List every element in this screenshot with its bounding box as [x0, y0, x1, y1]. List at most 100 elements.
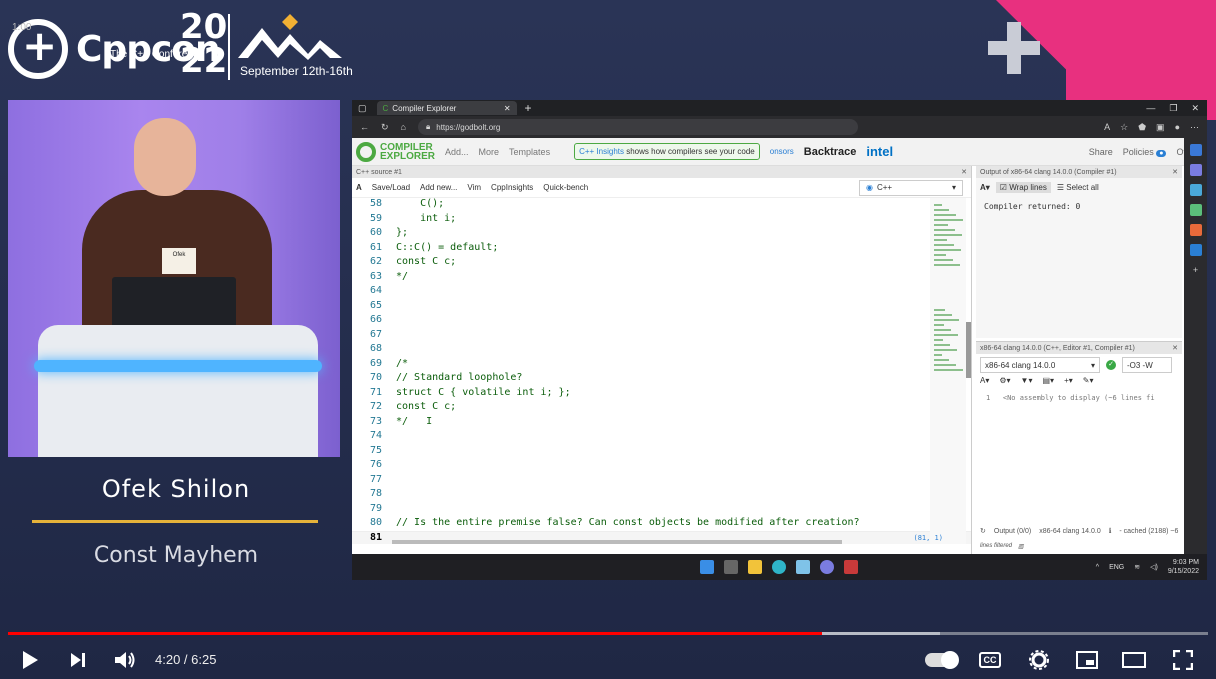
- theater-mode-button[interactable]: [1122, 648, 1146, 672]
- code-line[interactable]: 60};: [352, 227, 971, 242]
- new-tab-icon[interactable]: +: [525, 101, 532, 115]
- cppinsights-button[interactable]: CppInsights: [491, 183, 533, 192]
- sponsor-intel[interactable]: intel: [866, 144, 893, 159]
- add-sidebar-icon[interactable]: +: [1190, 264, 1202, 276]
- wrap-lines-button[interactable]: ☑ Wrap lines: [995, 181, 1051, 193]
- assembly-tab[interactable]: x86-64 clang 14.0.0 (C++, Editor #1, Com…: [976, 342, 1182, 354]
- menu-policies[interactable]: Policies ●: [1123, 147, 1167, 157]
- ce-logo[interactable]: COMPILER EXPLORER: [356, 141, 435, 162]
- recompile-icon[interactable]: ↻: [980, 527, 986, 535]
- windows-start-icon[interactable]: [700, 560, 714, 574]
- extension-icon[interactable]: ⬟: [1138, 122, 1146, 133]
- font-size-button[interactable]: A: [356, 183, 362, 192]
- output-button[interactable]: Output (0/0): [994, 528, 1031, 535]
- compiler-select[interactable]: x86-64 clang 14.0.0 ▾: [980, 357, 1100, 373]
- libraries-icon[interactable]: ▤▾: [1042, 376, 1054, 392]
- edge-icon[interactable]: [772, 560, 786, 574]
- code-line[interactable]: 79: [352, 503, 971, 518]
- close-editor-icon[interactable]: ✕: [961, 168, 971, 176]
- play-button[interactable]: [18, 648, 42, 672]
- miniplayer-button[interactable]: [1075, 648, 1099, 672]
- menu-add[interactable]: Add...: [445, 147, 469, 157]
- code-line[interactable]: 72 const C c;: [352, 401, 971, 416]
- close-window-icon[interactable]: ✕: [1191, 103, 1199, 114]
- horizontal-scrollbar[interactable]: [392, 540, 842, 544]
- info-icon[interactable]: ℹ: [1109, 527, 1112, 535]
- close-tab-icon[interactable]: ✕: [504, 104, 511, 113]
- code-line[interactable]: 76: [352, 459, 971, 474]
- profile-avatar-icon[interactable]: ●: [1175, 122, 1180, 133]
- chat-app-icon[interactable]: [820, 560, 834, 574]
- progress-bar[interactable]: [8, 632, 1208, 635]
- home-icon[interactable]: ⌂: [401, 122, 406, 132]
- menu-more[interactable]: More: [479, 147, 500, 157]
- code-editor[interactable]: 58 C(); 59 int i; 60}; 61 C::C() = default; 6…: [352, 198, 971, 544]
- settings-icon[interactable]: ⚙▾: [999, 376, 1010, 392]
- sparkle-icon[interactable]: [1189, 164, 1202, 176]
- chart-icon[interactable]: ▥: [1018, 543, 1024, 550]
- tray-chevron-icon[interactable]: ^: [1096, 564, 1099, 571]
- outlook-icon[interactable]: [1189, 244, 1202, 256]
- wifi-icon[interactable]: ≋: [1134, 563, 1140, 571]
- output-font-button[interactable]: A▾: [980, 183, 990, 192]
- back-icon[interactable]: ←: [360, 122, 369, 132]
- shopping-icon[interactable]: [1189, 184, 1202, 196]
- code-line[interactable]: 65: [352, 300, 971, 315]
- volume-icon[interactable]: ◁): [1150, 563, 1158, 571]
- code-line[interactable]: 75: [352, 445, 971, 460]
- add-new-button[interactable]: Add new...: [420, 183, 457, 192]
- code-line[interactable]: 69 /*: [352, 358, 971, 373]
- close-output-icon[interactable]: ✕: [1172, 168, 1182, 176]
- quick-bench-button[interactable]: Quick-bench: [543, 183, 588, 192]
- mute-button[interactable]: [113, 648, 137, 672]
- autoplay-toggle[interactable]: [924, 648, 959, 672]
- language-select[interactable]: ◉ C++ ▾: [859, 179, 963, 196]
- filter-icon[interactable]: ▼▾: [1021, 376, 1033, 392]
- refresh-icon[interactable]: ↻: [381, 122, 389, 133]
- menu-templates[interactable]: Templates: [509, 147, 550, 157]
- menu-share[interactable]: Share: [1089, 147, 1113, 157]
- tools-sidebar-icon[interactable]: [1189, 204, 1202, 216]
- code-line[interactable]: 68: [352, 343, 971, 358]
- code-line[interactable]: 70 // Standard loophole?: [352, 372, 971, 387]
- more-icon[interactable]: ⋯: [1190, 122, 1199, 133]
- task-view-icon[interactable]: [724, 560, 738, 574]
- minimize-icon[interactable]: —: [1146, 103, 1155, 114]
- code-line[interactable]: 78: [352, 488, 971, 503]
- code-line[interactable]: 66: [352, 314, 971, 329]
- output-tab[interactable]: Output of x86-64 clang 14.0.0 (Compiler …: [976, 166, 1182, 178]
- url-field[interactable]: 🔒︎ https://godbolt.org: [417, 119, 858, 135]
- notepad-icon[interactable]: [796, 560, 810, 574]
- office-icon[interactable]: [1189, 224, 1202, 236]
- code-line[interactable]: 74: [352, 430, 971, 445]
- code-line[interactable]: 73 */ I: [352, 416, 971, 431]
- code-line[interactable]: 80 // Is the entire premise false? Can co…: [352, 517, 971, 532]
- settings-button[interactable]: [1027, 648, 1051, 672]
- code-line[interactable]: 71 struct C { volatile int i; };: [352, 387, 971, 402]
- captions-button[interactable]: CC: [978, 648, 1002, 672]
- save-load-button[interactable]: Save/Load: [372, 183, 410, 192]
- tab-actions-icon[interactable]: ▢: [358, 103, 367, 114]
- code-line[interactable]: 64: [352, 285, 971, 300]
- code-line[interactable]: 61 C::C() = default;: [352, 242, 971, 257]
- compiler-options-input[interactable]: -O3 -W: [1122, 357, 1172, 373]
- browser-tab[interactable]: C Compiler Explorer ✕: [376, 101, 517, 115]
- sponsors-label[interactable]: onsors: [770, 147, 794, 156]
- fullscreen-button[interactable]: [1171, 648, 1195, 672]
- code-line[interactable]: 63 */: [352, 271, 971, 286]
- collections-icon[interactable]: ▣: [1156, 122, 1165, 133]
- cpp-insights-link[interactable]: C++ Insights: [579, 147, 624, 156]
- tools-icon[interactable]: ✎▾: [1083, 376, 1094, 392]
- sponsor-backtrace[interactable]: Backtrace: [804, 146, 857, 158]
- maximize-icon[interactable]: ❐: [1169, 103, 1177, 114]
- code-line[interactable]: 77: [352, 474, 971, 489]
- vim-button[interactable]: Vim: [467, 183, 481, 192]
- code-line[interactable]: 62 const C c;: [352, 256, 971, 271]
- code-line[interactable]: 58 C();: [352, 198, 971, 213]
- add-tool-icon[interactable]: +▾: [1064, 376, 1073, 392]
- next-button[interactable]: [66, 648, 90, 672]
- taskbar-clock[interactable]: 9:03 PM 9/15/2022: [1168, 558, 1199, 576]
- cpp-insights-banner[interactable]: C++ Insights shows how compilers see you…: [574, 143, 760, 160]
- read-aloud-icon[interactable]: A: [1104, 122, 1110, 133]
- file-explorer-icon[interactable]: [748, 560, 762, 574]
